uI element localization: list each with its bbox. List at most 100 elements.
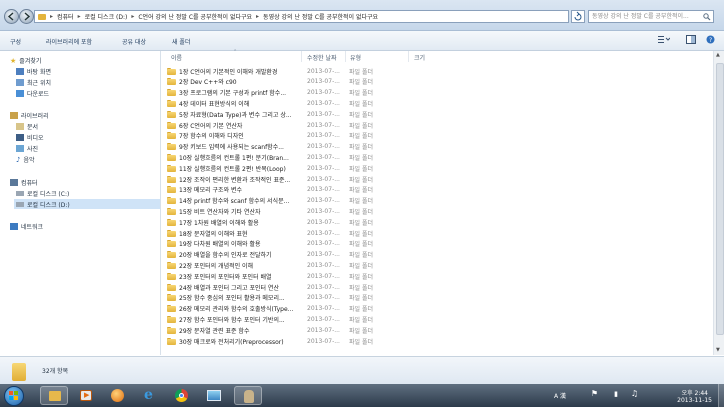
table-row[interactable]: 23장 포인터의 포인터와 포인터 배열 2013-07-... 파일 폴더 [167, 271, 707, 281]
table-row[interactable]: 25장 함수 중심의 포인터 활용과 메모리... 2013-07-... 파일 폴… [167, 293, 707, 303]
table-row[interactable]: 14장 printf 함수와 scanf 함수의 서식문... 2013-07-.… [167, 196, 707, 206]
sidebar-item-downloads[interactable]: 다운로드 [16, 89, 49, 98]
breadcrumb-computer[interactable]: 컴퓨터 [57, 12, 74, 21]
table-row[interactable]: 20장 배열을 함수의 인자로 전달하기 2013-07-... 파일 폴더 [167, 250, 707, 260]
table-row[interactable]: 30장 매크로와 전처리기(Preprocessor) 2013-07-... 파일… [167, 336, 707, 346]
include-library-menu[interactable]: 라이브러리에 포함 [46, 37, 92, 46]
table-row[interactable]: 11장 실행흐름의 컨트롤 2편! 반복(Loop) 2013-07-... 파일 … [167, 163, 707, 173]
table-row[interactable]: 2장 Dev C++와 c90 2013-07-... 파일 폴더 [167, 77, 707, 87]
column-header-type[interactable]: 유형 [350, 53, 361, 62]
table-row[interactable]: 22장 포인터의 개념적인 이해 2013-07-... 파일 폴더 [167, 260, 707, 270]
table-row[interactable]: 3장 프로그램의 기본 구성과 printf 함수... 2013-07-... 파… [167, 88, 707, 98]
flag-icon[interactable]: ⚑ [591, 389, 598, 398]
table-row[interactable]: 7장 함수의 이해와 디자인 2013-07-... 파일 폴더 [167, 131, 707, 141]
table-row[interactable]: 24장 배열과 포인터 그리고 포인터 연산 2013-07-... 파일 폴더 [167, 282, 707, 292]
scroll-down-icon[interactable]: ▼ [716, 347, 720, 353]
file-type: 파일 폴더 [349, 208, 373, 216]
column-divider[interactable] [408, 51, 409, 62]
scroll-up-icon[interactable]: ▲ [716, 52, 720, 58]
favorites-group[interactable]: ★ 즐겨찾기 [10, 56, 41, 66]
table-row[interactable]: 29장 문자열 관련 표준 함수 2013-07-... 파일 폴더 [167, 325, 707, 335]
sidebar-item-network[interactable]: 네트워크 [10, 222, 43, 231]
sidebar-item-recent[interactable]: 최근 위치 [16, 78, 51, 87]
file-type: 파일 폴더 [349, 241, 373, 249]
breadcrumb-drive-d[interactable]: 로컬 디스크 (D:) [85, 12, 128, 21]
back-button[interactable] [4, 9, 19, 24]
internet-explorer-icon: e [144, 387, 153, 403]
table-row[interactable]: 6장 C언어의 기본 연산자 2013-07-... 파일 폴더 [167, 120, 707, 130]
scrollbar-thumb[interactable] [716, 63, 724, 335]
taskbar-ie-button[interactable]: e [136, 386, 164, 405]
computer-group[interactable]: 컴퓨터 [10, 178, 38, 187]
sidebar-item-videos[interactable]: 비디오 [16, 133, 44, 142]
table-row[interactable]: 13장 메모리 구조와 변수 2013-07-... 파일 폴더 [167, 185, 707, 195]
taskbar-app-button[interactable] [104, 386, 132, 405]
sidebar-item-drive-d[interactable]: 로컬 디스크 (D:) [14, 199, 160, 209]
table-row[interactable]: 18장 문자열의 이해와 표현 2013-07-... 파일 폴더 [167, 228, 707, 238]
file-date: 2013-07-... [307, 197, 340, 205]
sidebar-item-drive-c[interactable]: 로컬 디스크 (C:) [16, 189, 69, 198]
new-folder-button[interactable]: 새 폴더 [172, 37, 190, 46]
vertical-scrollbar[interactable]: ▲ ▼ [713, 51, 724, 355]
table-row[interactable]: 1장 C언어의 기본적인 이해와 개발환경 2013-07-... 파일 폴더 [167, 66, 707, 76]
file-name: 12장 조작이 편리한 변환과 조작적인 표준... [179, 176, 291, 184]
file-name: 26장 메모리 관리와 함수의 호출방식(Type... [179, 306, 294, 314]
file-name: 30장 매크로와 전처리기(Preprocessor) [179, 338, 284, 346]
taskbar-chrome-button[interactable] [168, 386, 196, 405]
file-name: 2장 Dev C++와 c90 [179, 79, 237, 87]
table-row[interactable]: 5장 자료형(Data Type)과 변수 그리고 상... 2013-07-..… [167, 109, 707, 119]
folder-icon [167, 175, 176, 183]
clock-time[interactable]: 오후 2:44 [682, 388, 708, 397]
sidebar-item-desktop[interactable]: 바탕 화면 [16, 67, 51, 76]
share-with-menu[interactable]: 공유 대상 [122, 37, 146, 46]
volume-icon[interactable]: ♫ [631, 389, 638, 398]
file-name: 20장 배열을 함수의 인자로 전달하기 [179, 252, 272, 260]
file-type: 파일 폴더 [349, 338, 373, 346]
column-header-date[interactable]: 수정한 날짜 [307, 53, 337, 62]
column-divider[interactable] [345, 51, 346, 62]
refresh-button[interactable] [571, 10, 585, 23]
sidebar-item-pictures[interactable]: 사진 [16, 144, 38, 153]
file-date: 2013-07-... [307, 99, 340, 107]
search-input[interactable]: 동영상 강의 난 정말 C를 공부한적이... [588, 10, 714, 23]
table-row[interactable]: 4장 데이터 표현방식의 이해 2013-07-... 파일 폴더 [167, 98, 707, 108]
file-type: 파일 폴더 [349, 230, 373, 238]
sidebar-item-music[interactable]: ♪ 음악 [16, 155, 35, 165]
table-row[interactable]: 10장 실행흐름의 컨트롤 1편! 분기(Bran... 2013-07-... 파… [167, 152, 707, 162]
sidebar-item-documents[interactable]: 문서 [16, 122, 38, 131]
network-signal-icon[interactable]: ▮ [614, 390, 618, 398]
taskbar-explorer-button[interactable] [40, 386, 68, 405]
file-name: 17장 1차원 배열의 이해와 활용 [179, 219, 259, 227]
preview-pane-icon[interactable] [686, 35, 696, 46]
breadcrumb-video-folder[interactable]: 동영상 강의 난 정말 C를 공부한적이 없다구요 [263, 12, 378, 21]
table-row[interactable]: 19장 다차원 배열의 이해와 활용 2013-07-... 파일 폴더 [167, 239, 707, 249]
file-type: 파일 폴더 [349, 68, 373, 76]
libraries-group[interactable]: 라이브러리 [10, 111, 49, 120]
table-row[interactable]: 17장 1차원 배열의 이해와 활용 2013-07-... 파일 폴더 [167, 217, 707, 227]
help-icon[interactable]: ? [706, 35, 715, 46]
table-row[interactable]: 15장 비트 연산자와 기타 연산자 2013-07-... 파일 폴더 [167, 206, 707, 216]
breadcrumb-course-folder[interactable]: C언어 강의 난 정말 C를 공부한적이 없다구요 [138, 12, 252, 21]
start-button[interactable] [4, 386, 24, 406]
show-desktop-button[interactable] [718, 384, 724, 407]
forward-button[interactable] [19, 9, 34, 24]
table-row[interactable]: 27장 함수 포인터와 함수 포인터 기반의... 2013-07-... 파일 폴… [167, 314, 707, 324]
table-row[interactable]: 26장 메모리 관리와 함수의 호출방식(Type... 2013-07-... 파… [167, 304, 707, 314]
table-row[interactable]: 12장 조작이 편리한 변환과 조작적인 표준... 2013-07-... 파일 … [167, 174, 707, 184]
organize-menu[interactable]: 구성 [10, 37, 21, 46]
taskbar-active-app-button[interactable] [234, 386, 262, 405]
address-field[interactable]: ▸ 컴퓨터 ▸ 로컬 디스크 (D:) ▸ C언어 강의 난 정말 C를 공부한… [34, 10, 569, 23]
taskbar-media-player-button[interactable]: ▶ [72, 386, 100, 405]
address-bar-area: ▸ 컴퓨터 ▸ 로컬 디스크 (D:) ▸ C언어 강의 난 정말 C를 공부한… [0, 0, 724, 31]
file-date: 2013-07-... [307, 229, 340, 237]
folder-icon [167, 294, 176, 302]
view-options-icon[interactable] [658, 35, 671, 45]
column-header-size[interactable]: 크기 [414, 53, 425, 62]
taskbar-window-button[interactable] [200, 386, 228, 405]
ime-indicator[interactable]: A 漢 [554, 391, 566, 400]
column-header-name[interactable]: 이름 [171, 53, 182, 62]
table-row[interactable]: 9장 키보드 입력에 사용되는 scanf함수... 2013-07-... 파일 … [167, 142, 707, 152]
file-date: 2013-07-... [307, 272, 340, 280]
column-divider[interactable] [301, 51, 302, 62]
clock-date[interactable]: 2013-11-15 [677, 397, 712, 404]
